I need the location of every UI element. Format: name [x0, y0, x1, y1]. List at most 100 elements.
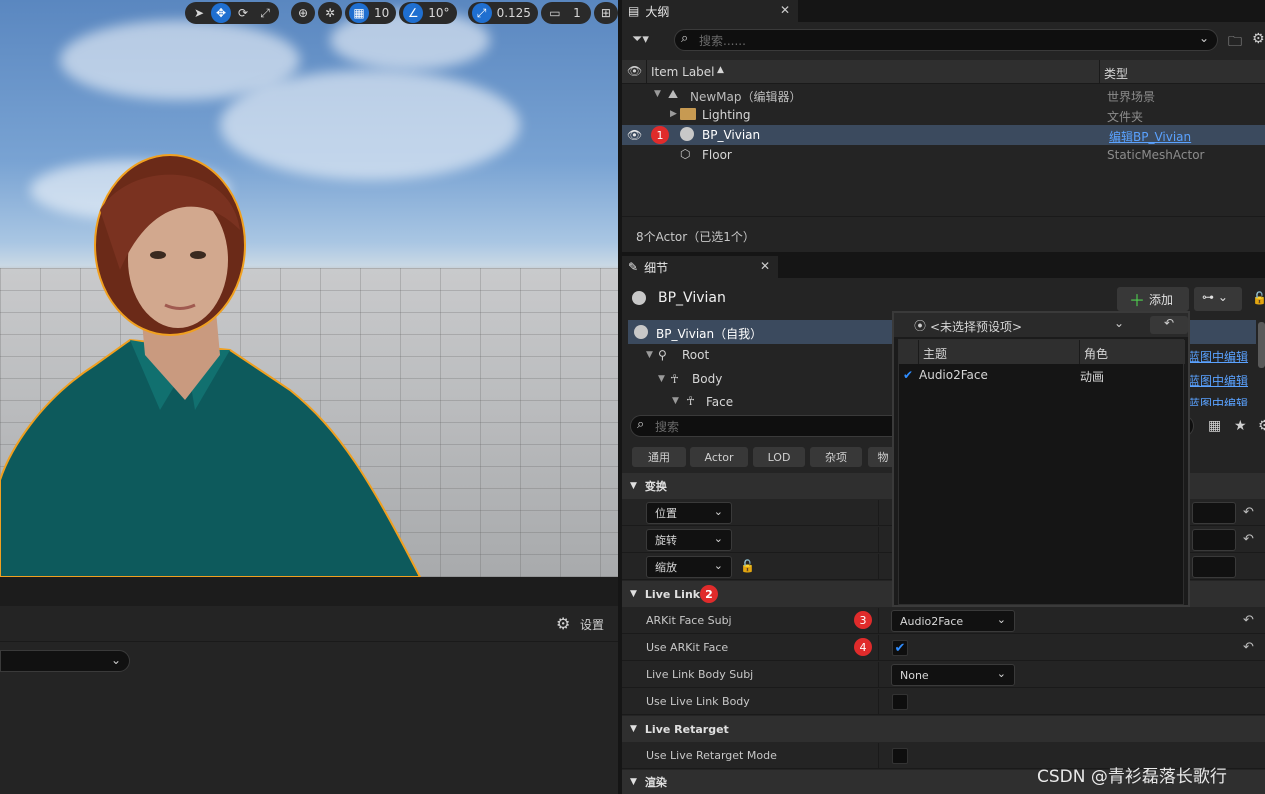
filter-general[interactable]: 通用 [632, 447, 686, 467]
scale-z-input[interactable] [1192, 556, 1236, 578]
chevron-down-icon[interactable]: ⌄ [1114, 316, 1124, 330]
blueprint-options-button[interactable]: ⊶ ⌄ [1194, 287, 1242, 311]
rotation-z-input[interactable] [1192, 529, 1236, 551]
expand-arrow-icon[interactable]: ▼ [658, 374, 665, 384]
visibility-eye-icon[interactable]: 👁 [627, 64, 642, 78]
add-component-button[interactable]: ＋ 添加 [1117, 287, 1189, 311]
annotation-badge-2: 2 [700, 585, 718, 603]
expand-arrow-icon[interactable]: ▼ [646, 350, 653, 360]
rotation-mode-dropdown[interactable]: 旋转 ⌄ [646, 529, 732, 551]
expand-arrow-icon[interactable]: ▶ [670, 109, 677, 119]
outliner-row-lighting[interactable]: ▶ Lighting 文件夹 [622, 105, 1265, 125]
viewport-toolbar-2: ⊕ ✲ ▦ 10 ∠ 10° ⤢ 0.125 ▭ 1 ⊞ [291, 2, 618, 24]
use-live-retarget-mode-checkbox[interactable] [892, 748, 908, 764]
filter-lod[interactable]: LOD [753, 447, 805, 467]
lock-icon[interactable]: 🔓 [1252, 291, 1265, 305]
collapse-arrow-icon: ▼ [630, 589, 637, 599]
reset-arrow-icon: ↶ [1163, 316, 1175, 330]
chevron-down-icon: ⌄ [713, 559, 723, 572]
scale-snap-value[interactable]: 0.125 [494, 3, 534, 23]
dropdown-value: None [900, 668, 929, 682]
add-button-label: 添加 [1149, 292, 1174, 307]
edit-in-blueprint-link[interactable]: 蓝图中编辑 [1188, 395, 1248, 406]
map-icon: ⛰ [668, 87, 679, 101]
edit-in-blueprint-link[interactable]: 蓝图中编辑 [1188, 372, 1248, 389]
scale-label: 缩放 [655, 561, 677, 574]
reset-arrow-icon[interactable]: ↶ [1243, 505, 1254, 520]
filter-icon[interactable]: ⏷▾ [632, 32, 649, 47]
level-viewport[interactable]: ➤ ✥ ⟳ ⤢ ⊕ ✲ ▦ 10 ∠ 10° ⤢ 0.125 ▭ 1 ⊞ [0, 0, 618, 577]
camera-speed-value[interactable]: 1 [567, 3, 587, 23]
character-bp-vivian[interactable] [0, 150, 440, 577]
reset-arrow-icon[interactable]: ↶ [1243, 532, 1254, 547]
chevron-down-icon: ⌄ [110, 653, 121, 667]
tab-outliner[interactable]: ▤ 大纲 ✕ [622, 0, 798, 22]
prop-name: Use Live Link Body [646, 695, 750, 708]
use-arkit-face-checkbox[interactable]: ✔ [892, 640, 908, 656]
location-z-input[interactable] [1192, 502, 1236, 524]
outliner-tab-label: 大纲 [645, 4, 670, 19]
live-link-body-subj-dropdown[interactable]: None ⌄ [891, 664, 1015, 686]
lock-icon[interactable]: 🔓 [740, 559, 755, 573]
edit-blueprint-link[interactable]: 编辑BP_Vivian [1109, 128, 1191, 145]
chevron-down-icon[interactable]: ⌄ [1199, 31, 1209, 45]
bottom-left-panel: ⚙ 设置 ⌄ [0, 577, 618, 794]
reset-preset-button[interactable]: ↶ [1150, 316, 1188, 334]
outliner-row-bp-vivian[interactable]: 👁 1 BP_Vivian 编辑BP_Vivian [622, 125, 1265, 145]
reset-arrow-icon[interactable]: ↶ [1243, 613, 1254, 628]
scale-icon[interactable]: ⤢ [255, 3, 275, 23]
column-divider [918, 340, 919, 364]
surface-snap-button[interactable]: ✲ [318, 2, 342, 24]
preset-dropdown[interactable]: <未选择预设项> [930, 318, 1022, 335]
rotate-icon[interactable]: ⟳ [233, 3, 253, 23]
angle-snap-value[interactable]: 10° [425, 3, 452, 23]
col-role[interactable]: 角色 [1084, 345, 1108, 362]
close-icon[interactable]: ✕ [780, 3, 790, 17]
bottom-left-dropdown[interactable]: ⌄ [0, 650, 130, 672]
section-live-retarget[interactable]: ▼ Live Retarget [622, 716, 1265, 742]
edit-in-blueprint-link[interactable]: 蓝图中编辑 [1188, 348, 1248, 365]
live-link-subject-picker[interactable]: ⦿ <未选择预设项> ⌄ ↶ 主题 角色 ✔ Audio2Face 动画 [892, 311, 1190, 607]
col-subject[interactable]: 主题 [923, 345, 947, 362]
select-arrow-icon[interactable]: ➤ [189, 3, 209, 23]
settings-label[interactable]: 设置 [580, 616, 604, 633]
table-view-icon[interactable]: ▦ [1208, 418, 1221, 434]
expand-arrow-icon[interactable]: ▼ [672, 396, 679, 406]
visibility-eye-icon[interactable]: 👁 [627, 128, 642, 142]
subject-row-audio2face[interactable]: ✔ Audio2Face 动画 [899, 365, 1185, 385]
move-icon[interactable]: ✥ [211, 3, 231, 23]
use-live-link-body-checkbox[interactable] [892, 694, 908, 710]
reset-arrow-icon[interactable]: ↶ [1243, 640, 1254, 655]
hierarchy-icon: ⊶ [1202, 290, 1214, 304]
tab-details[interactable]: ✎ 细节 ✕ [622, 256, 778, 278]
components-scrollbar[interactable] [1258, 322, 1265, 368]
grid-snap-value[interactable]: 10 [371, 3, 392, 23]
col-item-label[interactable]: Item Label [651, 65, 715, 79]
filter-misc[interactable]: 杂项 [810, 447, 862, 467]
expand-arrow-icon[interactable]: ▼ [654, 89, 661, 99]
scale-snap-group[interactable]: ⤢ 0.125 [467, 2, 538, 24]
row-type: 世界场景 [1107, 90, 1156, 104]
location-mode-dropdown[interactable]: 位置 ⌄ [646, 502, 732, 524]
world-local-button[interactable]: ⊕ [291, 2, 315, 24]
add-folder-icon[interactable]: 🗀 [1228, 31, 1242, 55]
filter-actor[interactable]: Actor [690, 447, 748, 467]
angle-snap-group[interactable]: ∠ 10° [399, 2, 457, 24]
blueprint-actor-icon [680, 127, 694, 141]
outliner-row-floor[interactable]: ⬡ Floor StaticMeshActor [622, 145, 1265, 165]
layout-button[interactable]: ⊞ [593, 2, 618, 24]
close-icon[interactable]: ✕ [760, 259, 770, 273]
gear-icon[interactable]: ⚙ [1258, 418, 1265, 434]
gear-icon[interactable]: ⚙ [556, 614, 570, 633]
scale-mode-dropdown[interactable]: 缩放 ⌄ [646, 556, 732, 578]
camera-speed-group[interactable]: ▭ 1 [540, 2, 591, 24]
outliner-row-newmap[interactable]: ▼ ⛰ NewMap（编辑器） 世界场景 [622, 85, 1265, 105]
gear-icon[interactable]: ⚙ [1252, 31, 1265, 47]
prop-use-arkit-face: Use ARKit Face 4 ✔ ↶ [622, 635, 1265, 661]
arkit-face-subj-dropdown[interactable]: Audio2Face ⌄ [891, 610, 1015, 632]
grid-snap-group[interactable]: ▦ 10 [345, 2, 397, 24]
outliner-footer: 8个Actor（已选1个） [622, 216, 1265, 252]
col-type[interactable]: 类型 [1104, 65, 1128, 82]
outliner-search-input[interactable]: ⌕ 搜索...... ⌄ [674, 29, 1218, 51]
star-icon[interactable]: ★ [1234, 418, 1247, 434]
